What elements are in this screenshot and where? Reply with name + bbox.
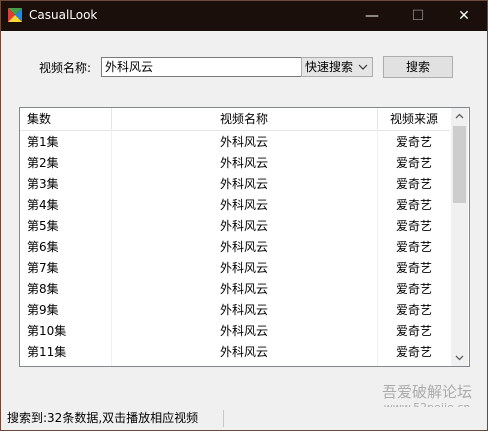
minimize-button[interactable]: —: [349, 1, 395, 31]
list-item[interactable]: 第3集 外科风云 爱奇艺: [20, 174, 450, 195]
scroll-up-button[interactable]: [451, 108, 468, 125]
status-divider: [223, 410, 224, 427]
chevron-up-icon: [455, 113, 464, 119]
results-list[interactable]: 集数 视频名称 视频来源 第1集 外科风云 爱奇艺 第2集 外科风云 爱奇艺 第…: [19, 107, 470, 367]
status-bar: 搜索到:32条数据,双击播放相应视频: [1, 407, 487, 430]
episode-cell: 第4集: [27, 198, 59, 212]
video-name-cell: 外科风云: [219, 324, 268, 338]
video-source-cell: 爱奇艺: [395, 198, 432, 212]
video-source-cell: 爱奇艺: [395, 261, 432, 275]
column-header-episode[interactable]: 集数: [27, 108, 51, 130]
video-name-cell: 外科风云: [219, 240, 268, 254]
chevron-down-icon: [358, 64, 368, 70]
video-source-cell: 爱奇艺: [395, 282, 432, 296]
search-button[interactable]: 搜索: [383, 56, 453, 78]
scrollbar-thumb[interactable]: [453, 126, 466, 203]
video-source-cell: 爱奇艺: [395, 303, 432, 317]
video-name-cell: 外科风云: [219, 156, 268, 170]
video-source-cell: 爱奇艺: [395, 156, 432, 170]
episode-cell: 第11集: [27, 345, 67, 359]
video-name-cell: 外科风云: [219, 282, 268, 296]
app-window: CasualLook — ☐ ✕ 视频名称: 外科风云 快速搜索 搜索 集数 视…: [0, 0, 488, 431]
search-input[interactable]: 外科风云: [101, 57, 302, 77]
list-item[interactable]: 第4集 外科风云 爱奇艺: [20, 195, 450, 216]
list-item[interactable]: 第11集 外科风云 爱奇艺: [20, 342, 450, 363]
video-source-cell: 爱奇艺: [395, 324, 432, 338]
episode-cell: 第7集: [27, 261, 59, 275]
video-name-cell: 外科风云: [219, 177, 268, 191]
watermark-line-1: 吾爱破解论坛: [381, 383, 472, 401]
vertical-scrollbar[interactable]: [451, 108, 468, 366]
app-logo-icon: [8, 8, 22, 22]
search-mode-select[interactable]: 快速搜索: [301, 57, 373, 77]
scroll-down-button[interactable]: [451, 349, 468, 366]
video-name-cell: 外科风云: [219, 198, 268, 212]
status-text: 搜索到:32条数据,双击播放相应视频: [7, 411, 199, 425]
title-bar[interactable]: CasualLook — ☐ ✕: [1, 1, 487, 31]
list-item[interactable]: 第5集 外科风云 爱奇艺: [20, 216, 450, 237]
video-source-cell: 爱奇艺: [395, 345, 432, 359]
search-mode-value: 快速搜索: [305, 60, 354, 74]
video-source-cell: 爱奇艺: [395, 177, 432, 191]
list-item[interactable]: 第7集 外科风云 爱奇艺: [20, 258, 450, 279]
video-name-cell: 外科风云: [219, 261, 268, 275]
video-source-cell: 爱奇艺: [395, 135, 432, 149]
episode-cell: 第1集: [27, 135, 59, 149]
video-name-cell: 外科风云: [219, 135, 268, 149]
list-item[interactable]: 第9集 外科风云 爱奇艺: [20, 300, 450, 321]
video-source-cell: 爱奇艺: [395, 240, 432, 254]
maximize-button[interactable]: ☐: [395, 1, 441, 31]
list-header: 集数 视频名称 视频来源: [20, 108, 450, 131]
list-item[interactable]: 第8集 外科风云 爱奇艺: [20, 279, 450, 300]
column-header-name[interactable]: 视频名称: [112, 108, 376, 130]
episode-cell: 第8集: [27, 282, 59, 296]
episode-cell: 第5集: [27, 219, 59, 233]
window-title: CasualLook: [29, 8, 98, 22]
video-source-cell: 爱奇艺: [395, 219, 432, 233]
list-item[interactable]: 第6集 外科风云 爱奇艺: [20, 237, 450, 258]
column-header-source[interactable]: 视频来源: [378, 108, 450, 130]
video-name-cell: 外科风云: [219, 303, 268, 317]
episode-cell: 第2集: [27, 156, 59, 170]
episode-cell: 第3集: [27, 177, 59, 191]
chevron-down-icon: [455, 355, 464, 361]
search-label: 视频名称:: [39, 61, 92, 75]
list-item[interactable]: 第10集 外科风云 爱奇艺: [20, 321, 450, 342]
list-item[interactable]: 第1集 外科风云 爱奇艺: [20, 132, 450, 153]
video-name-cell: 外科风云: [219, 345, 268, 359]
episode-cell: 第10集: [27, 324, 67, 338]
list-item[interactable]: 第2集 外科风云 爱奇艺: [20, 153, 450, 174]
episode-cell: 第9集: [27, 303, 59, 317]
close-button[interactable]: ✕: [441, 1, 487, 31]
episode-cell: 第6集: [27, 240, 59, 254]
video-name-cell: 外科风云: [219, 219, 268, 233]
